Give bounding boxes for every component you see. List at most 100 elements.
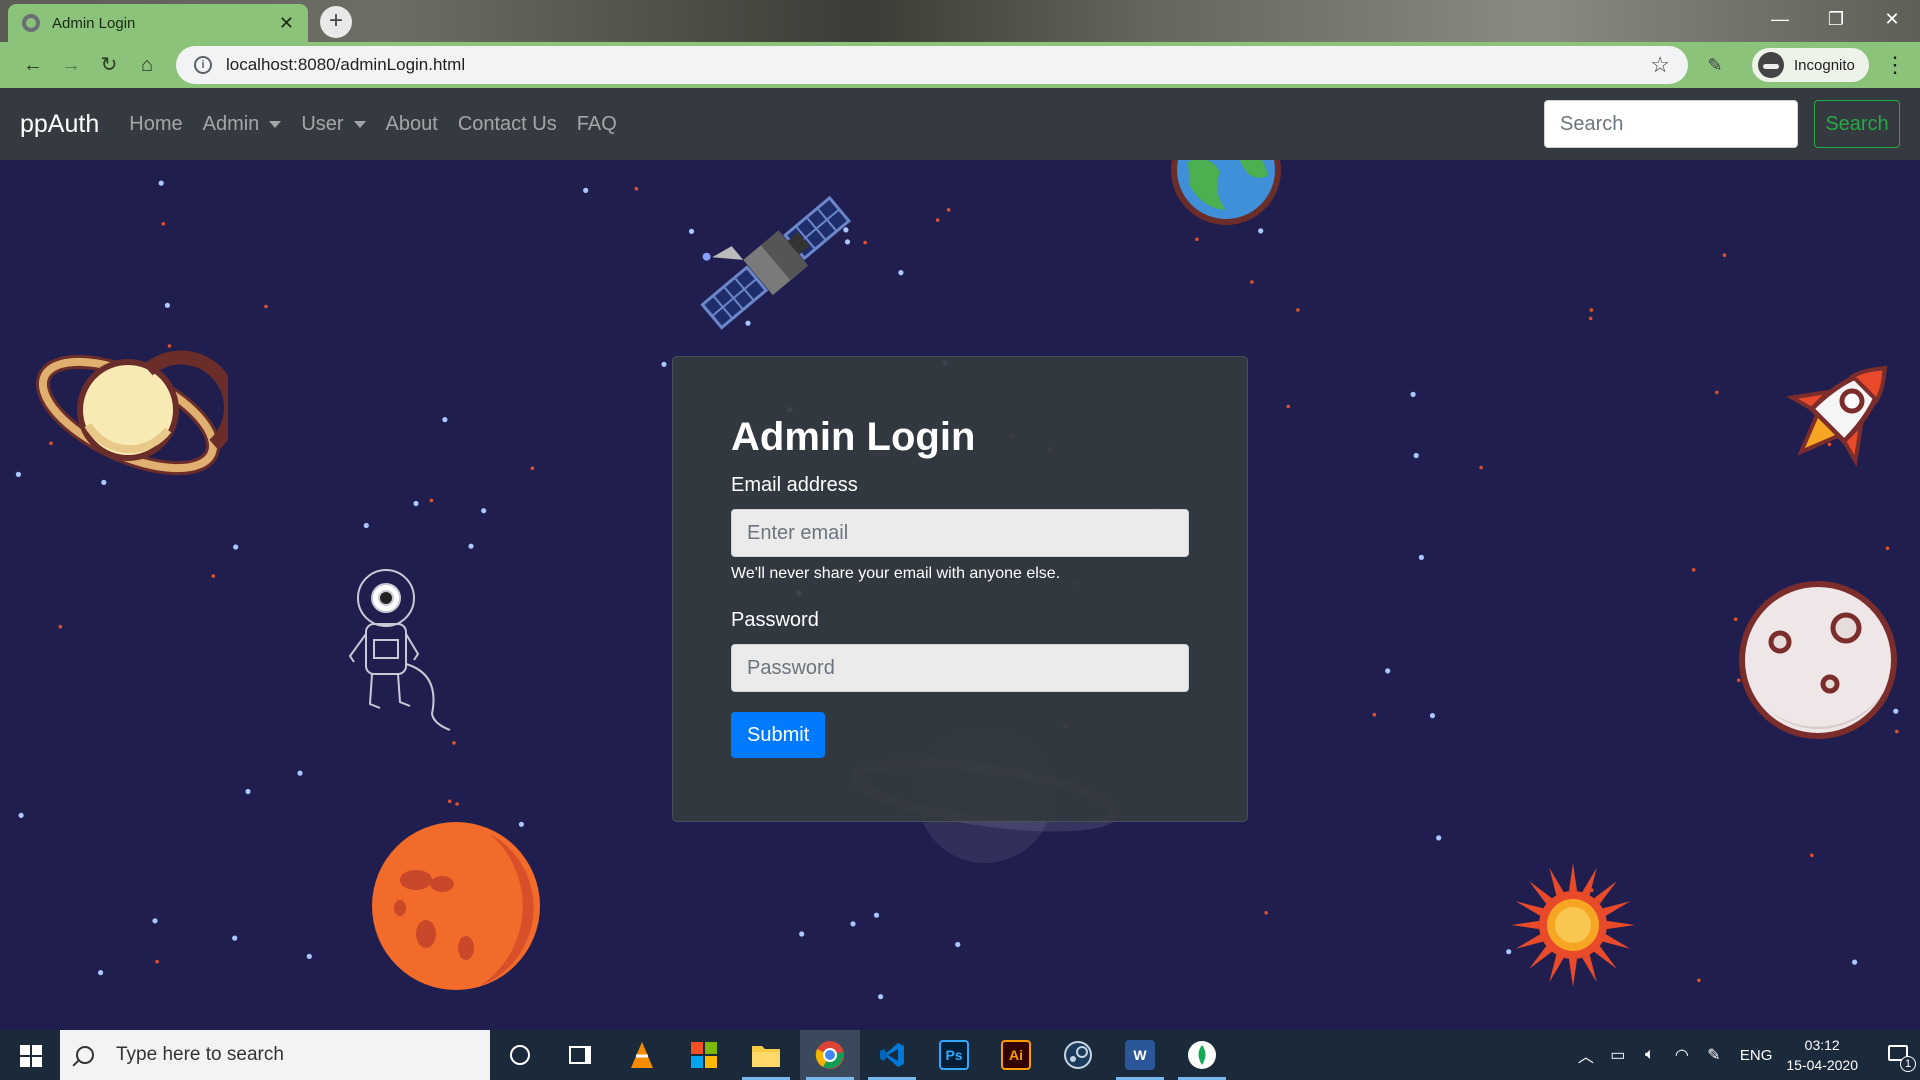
star bbox=[1436, 835, 1442, 841]
submit-button[interactable]: Submit bbox=[731, 712, 826, 758]
password-field[interactable] bbox=[731, 644, 1189, 692]
chrome-icon[interactable] bbox=[800, 1030, 860, 1080]
minimize-button[interactable]: — bbox=[1752, 0, 1808, 38]
notification-count: 1 bbox=[1900, 1056, 1916, 1072]
steam-icon[interactable] bbox=[1048, 1030, 1108, 1080]
sun-ray bbox=[1549, 867, 1564, 896]
volume-icon[interactable]: 🔈︎ bbox=[1636, 1046, 1664, 1064]
star bbox=[1429, 713, 1436, 719]
sun-ray bbox=[1515, 901, 1544, 916]
email-field[interactable] bbox=[731, 509, 1189, 557]
clock[interactable]: 03:12 15-04-2020 bbox=[1786, 1035, 1858, 1075]
star bbox=[583, 187, 589, 193]
close-window-button[interactable]: ✕ bbox=[1864, 0, 1920, 38]
star bbox=[1385, 668, 1391, 674]
incognito-badge[interactable]: Incognito bbox=[1752, 48, 1869, 82]
task-view-icon[interactable] bbox=[550, 1030, 610, 1080]
star bbox=[452, 741, 456, 745]
star bbox=[1589, 308, 1594, 312]
star bbox=[1195, 237, 1199, 242]
notification-center-icon[interactable]: 1 bbox=[1876, 1030, 1920, 1080]
nav-home[interactable]: Home bbox=[129, 113, 182, 136]
address-bar[interactable]: i localhost:8080/adminLogin.html ☆ bbox=[176, 46, 1688, 84]
site-search-input[interactable] bbox=[1544, 100, 1798, 148]
star bbox=[873, 912, 880, 918]
nav-contact[interactable]: Contact Us bbox=[458, 113, 557, 136]
star bbox=[850, 921, 856, 927]
star bbox=[634, 186, 639, 191]
nav-admin-dropdown[interactable]: Admin bbox=[203, 113, 282, 136]
star bbox=[1588, 316, 1593, 321]
chevron-up-icon[interactable]: ︿ bbox=[1572, 1043, 1600, 1067]
login-title: Admin Login bbox=[731, 415, 976, 459]
caret-down-icon bbox=[269, 120, 282, 128]
sun-ray bbox=[1593, 881, 1617, 905]
star bbox=[152, 918, 158, 924]
search-icon bbox=[76, 1046, 94, 1064]
wifi-icon[interactable]: ◠ bbox=[1668, 1045, 1696, 1065]
star bbox=[297, 770, 303, 776]
star bbox=[447, 799, 452, 804]
pen-icon[interactable]: ✎ bbox=[1700, 1045, 1728, 1065]
reload-icon[interactable]: ↻ bbox=[90, 46, 128, 84]
browser-menu-icon[interactable]: ⋮ bbox=[1880, 50, 1910, 80]
new-tab-button[interactable]: + bbox=[320, 6, 352, 38]
store-icon[interactable] bbox=[674, 1030, 734, 1080]
star bbox=[955, 941, 961, 948]
language-indicator[interactable]: ENG bbox=[1740, 1047, 1773, 1064]
star bbox=[18, 812, 24, 819]
star bbox=[1697, 978, 1701, 983]
browser-tab[interactable]: Admin Login ✕ bbox=[8, 4, 308, 42]
clock-time: 03:12 bbox=[1804, 1037, 1840, 1053]
nav-about[interactable]: About bbox=[386, 113, 438, 136]
vscode-icon[interactable] bbox=[862, 1030, 922, 1080]
home-icon[interactable]: ⌂ bbox=[128, 46, 166, 84]
restore-button[interactable]: ❐ bbox=[1808, 0, 1864, 38]
sun-ray bbox=[1582, 867, 1597, 896]
star bbox=[306, 953, 312, 960]
extension-icon[interactable]: ✎ bbox=[1700, 50, 1730, 80]
star bbox=[442, 417, 448, 423]
mongodb-icon[interactable] bbox=[1172, 1030, 1232, 1080]
battery-icon[interactable]: ▭ bbox=[1604, 1045, 1632, 1065]
sun-ray bbox=[1602, 934, 1631, 949]
star bbox=[1413, 452, 1419, 459]
nav-faq[interactable]: FAQ bbox=[577, 113, 617, 136]
star bbox=[233, 544, 239, 550]
nav-user-dropdown[interactable]: User bbox=[301, 113, 366, 136]
browser-title-bar: Admin Login ✕ + — ❐ ✕ bbox=[0, 0, 1920, 42]
back-icon[interactable]: ← bbox=[14, 46, 52, 84]
star bbox=[1885, 546, 1890, 551]
star bbox=[1296, 308, 1300, 312]
site-search-button[interactable]: Search bbox=[1814, 100, 1900, 148]
word-icon[interactable]: W bbox=[1110, 1030, 1170, 1080]
astronaut-illustration bbox=[348, 569, 451, 731]
sun-ray bbox=[1593, 945, 1617, 969]
sun-ray bbox=[1549, 954, 1564, 983]
email-label: Email address bbox=[731, 474, 858, 496]
star bbox=[158, 180, 164, 186]
star bbox=[1852, 959, 1858, 965]
cortana-icon[interactable] bbox=[490, 1030, 550, 1080]
close-tab-icon[interactable]: ✕ bbox=[279, 13, 294, 34]
star bbox=[1410, 391, 1416, 397]
saturn-illustration bbox=[35, 350, 228, 476]
star bbox=[1691, 568, 1696, 572]
tab-title: Admin Login bbox=[52, 14, 136, 32]
photoshop-icon[interactable]: Ps bbox=[924, 1030, 984, 1080]
sun-ray bbox=[1529, 881, 1553, 905]
forward-icon[interactable]: → bbox=[52, 46, 90, 84]
file-explorer-icon[interactable] bbox=[736, 1030, 796, 1080]
bookmark-star-icon[interactable]: ☆ bbox=[1650, 52, 1670, 78]
site-info-icon[interactable]: i bbox=[194, 56, 212, 74]
windows-start-icon[interactable] bbox=[0, 1030, 60, 1080]
sun-ray bbox=[1568, 958, 1578, 987]
site-brand[interactable]: ppAuth bbox=[20, 110, 99, 139]
illustrator-icon[interactable]: Ai bbox=[986, 1030, 1046, 1080]
url-text[interactable]: localhost:8080/adminLogin.html bbox=[226, 55, 1650, 75]
sun-ray bbox=[1511, 920, 1540, 930]
incognito-label: Incognito bbox=[1794, 56, 1855, 74]
vlc-icon[interactable] bbox=[612, 1030, 672, 1080]
star bbox=[245, 788, 251, 795]
taskbar-search-box[interactable]: Type here to search bbox=[60, 1030, 490, 1080]
